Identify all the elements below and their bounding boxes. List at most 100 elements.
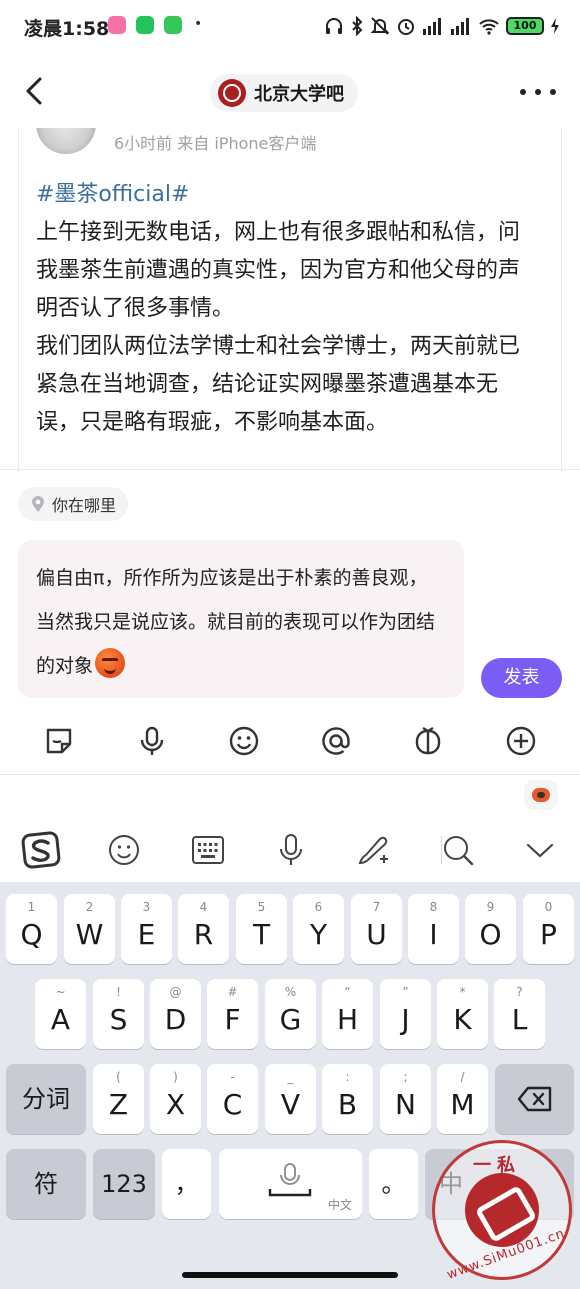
key-sub-label: ” <box>402 985 409 999</box>
key-g[interactable]: % G <box>265 979 316 1049</box>
chevron-left-icon <box>26 77 42 105</box>
key-e[interactable]: 3E <box>121 894 172 964</box>
key-label: 。 <box>381 1170 406 1198</box>
bluetooth-icon <box>352 16 363 36</box>
key-label: S <box>109 1003 128 1036</box>
key-sub-label: 4 <box>199 900 208 914</box>
keyboard-icon <box>192 836 224 864</box>
backspace-icon <box>517 1086 552 1112</box>
key-sub-label: ( <box>116 1070 121 1084</box>
key-symbol[interactable]: 符 <box>6 1149 86 1219</box>
avatar[interactable] <box>36 128 96 154</box>
ime-logo-button[interactable] <box>19 828 63 872</box>
key-j[interactable]: ” J <box>380 979 431 1049</box>
key-period[interactable]: 。 <box>369 1149 418 1219</box>
sticker-icon <box>46 728 72 754</box>
key-x[interactable]: ) X <box>150 1064 201 1134</box>
location-label: 你在哪里 <box>52 496 117 515</box>
key-label: G <box>279 1003 302 1036</box>
voice-input-button[interactable] <box>127 716 177 766</box>
key-c[interactable]: -C <box>207 1064 258 1134</box>
key-b[interactable]: :B <box>322 1064 373 1134</box>
key-q[interactable]: 1Q <box>6 894 57 964</box>
android-app-icon <box>164 16 182 34</box>
ime-search-button[interactable] <box>436 828 480 872</box>
ime-keyboard-button[interactable] <box>186 828 230 872</box>
post-hashtag[interactable]: #墨茶official# <box>36 176 536 214</box>
watermark-stamp: 一私 www.SiMu001.cn <box>432 1140 572 1283</box>
location-chip[interactable]: 你在哪里 <box>18 487 129 521</box>
angry-face-emoji-icon <box>95 648 126 678</box>
nav-bar: 北京大学吧 <box>0 52 580 128</box>
ime-handwriting-button[interactable] <box>352 828 396 872</box>
key-label: T <box>252 918 271 951</box>
at-mention-icon <box>322 727 350 755</box>
key-h[interactable]: “H <box>322 979 373 1049</box>
key-label: ， <box>174 1170 199 1198</box>
key-w[interactable]: 2W <box>64 894 115 964</box>
key-a[interactable]: ~ A <box>35 979 86 1049</box>
key-label: O <box>479 918 502 951</box>
key-t[interactable]: 5T <box>236 894 287 964</box>
key-label: F <box>224 1003 241 1036</box>
battery-icon: 100 <box>506 17 544 35</box>
key-r[interactable]: 4R <box>178 894 229 964</box>
key-d[interactable]: @ D <box>150 979 201 1049</box>
publish-button[interactable]: 发表 <box>481 658 562 698</box>
key-k[interactable]: * K <box>437 979 488 1049</box>
key-label: J <box>401 1003 410 1036</box>
key-n[interactable]: ; N <box>380 1064 431 1134</box>
key-sub-label: 5 <box>257 900 266 914</box>
key-label: H <box>336 1003 359 1036</box>
status-icons: 100 <box>324 13 560 39</box>
reply-input[interactable]: 偏自由π，所作所为应该是出于朴素的善良观，当然我只是说应该。就目前的表现可以作为… <box>18 540 464 698</box>
key-l[interactable]: ? L <box>494 979 545 1049</box>
key-space[interactable]: 中文 <box>219 1149 362 1219</box>
key-label: Q <box>20 918 43 951</box>
key-s[interactable]: ! S <box>93 979 144 1049</box>
key-u[interactable]: 7U <box>351 894 402 964</box>
key-m[interactable]: / M <box>437 1064 488 1134</box>
key-sub-label: 9 <box>486 900 495 914</box>
key-numbers[interactable]: 123 <box>93 1149 155 1219</box>
key-y[interactable]: 6Y <box>293 894 344 964</box>
gift-button[interactable] <box>403 716 453 766</box>
key-p[interactable]: 0P <box>523 894 574 964</box>
notification-dot-icon: • <box>194 16 203 32</box>
more-options-button[interactable] <box>520 80 556 104</box>
key-sub-label: - <box>230 1070 235 1084</box>
mention-button[interactable] <box>311 716 361 766</box>
forum-title-pill[interactable]: 北京大学吧 <box>210 74 358 112</box>
post-border-left <box>18 128 19 472</box>
ime-voice-button[interactable] <box>269 828 313 872</box>
key-sub-label: ! <box>116 985 121 999</box>
key-comma[interactable]: ， <box>162 1149 211 1219</box>
key-i[interactable]: 8I <box>408 894 459 964</box>
ime-emoji-button[interactable] <box>102 828 146 872</box>
key-label: K <box>453 1003 472 1036</box>
signal-icon <box>451 18 469 35</box>
sticker-button[interactable] <box>34 716 84 766</box>
key-sub-label: 3 <box>142 900 151 914</box>
key-z[interactable]: (Z <box>93 1064 144 1134</box>
key-label: X <box>165 1088 186 1121</box>
sogou-logo-icon <box>21 831 61 869</box>
key-sub-label: 6 <box>314 900 323 914</box>
key-fenci[interactable]: 分词 <box>6 1064 86 1134</box>
ime-collapse-button[interactable] <box>518 828 562 872</box>
more-tools-button[interactable] <box>496 716 546 766</box>
forum-name: 北京大学吧 <box>254 84 344 105</box>
key-sub-label: ; <box>403 1070 408 1084</box>
key-label: Z <box>108 1088 129 1121</box>
key-f[interactable]: # F <box>207 979 258 1049</box>
key-label: I <box>429 918 438 951</box>
home-indicator[interactable] <box>182 1272 398 1278</box>
key-v[interactable]: _ V <box>265 1064 316 1134</box>
key-backspace[interactable] <box>495 1064 574 1134</box>
back-button[interactable] <box>18 74 52 108</box>
key-sub-label: 2 <box>85 900 94 914</box>
ime-mascot-icon[interactable] <box>524 780 558 810</box>
emoji-button[interactable] <box>219 716 269 766</box>
key-o[interactable]: 9O <box>465 894 516 964</box>
post-border-right <box>561 128 562 472</box>
